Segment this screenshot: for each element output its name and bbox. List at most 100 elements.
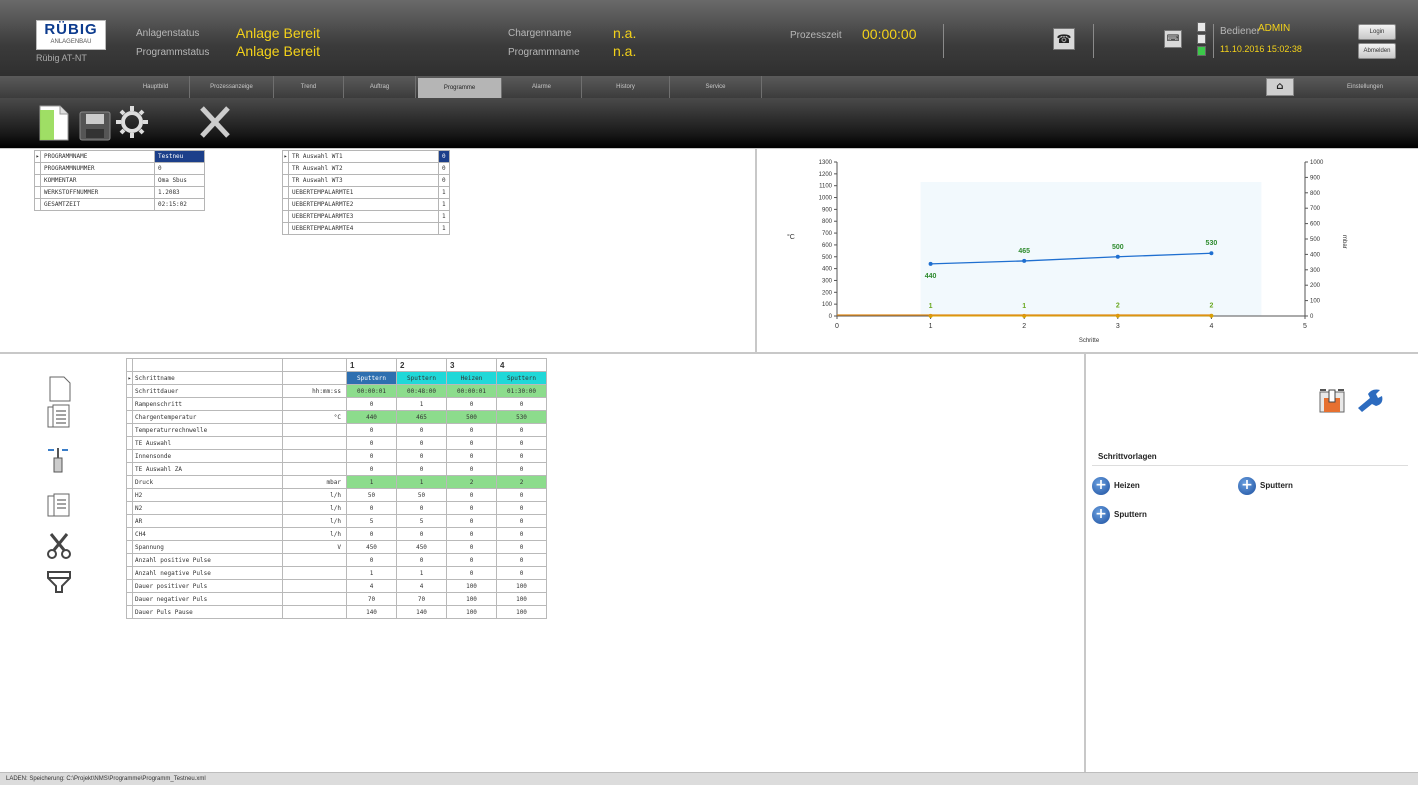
step-value-cell[interactable]: 0 bbox=[446, 527, 497, 541]
step-value-cell[interactable]: 450 bbox=[346, 540, 397, 554]
step-value-cell[interactable]: 0 bbox=[446, 566, 497, 580]
step-value-cell[interactable]: 0 bbox=[446, 514, 497, 528]
step-value-cell[interactable]: 70 bbox=[346, 592, 397, 606]
program-param-value[interactable]: Testneu bbox=[154, 150, 205, 163]
new-step-button[interactable] bbox=[44, 376, 74, 402]
step-value-cell[interactable]: 0 bbox=[446, 540, 497, 554]
step-value-cell[interactable]: 0 bbox=[396, 423, 447, 437]
step-value-cell[interactable]: 0 bbox=[346, 423, 397, 437]
tr-param-row[interactable]: UEBERTEMPALARMTE3 1 bbox=[282, 210, 450, 223]
tr-param-row[interactable]: TR Auswahl WT2 0 bbox=[282, 162, 450, 175]
step-column-header[interactable]: 1 bbox=[346, 358, 397, 372]
step-value-cell[interactable]: 0 bbox=[396, 553, 447, 567]
step-value-cell[interactable]: 0 bbox=[496, 423, 547, 437]
step-value-cell[interactable]: 0 bbox=[496, 449, 547, 463]
charge-load-button[interactable] bbox=[1318, 386, 1348, 414]
step-value-cell[interactable]: 0 bbox=[496, 566, 547, 580]
step-value-cell[interactable]: 70 bbox=[396, 592, 447, 606]
save-button[interactable] bbox=[76, 102, 116, 144]
tr-param-value[interactable]: 0 bbox=[438, 174, 450, 187]
close-button[interactable] bbox=[194, 102, 234, 144]
step-value-cell[interactable]: Sputtern bbox=[396, 371, 447, 385]
delete-step-button[interactable] bbox=[44, 568, 74, 594]
step-value-cell[interactable]: 0 bbox=[346, 553, 397, 567]
tr-param-row[interactable]: UEBERTEMPALARMTE4 1 bbox=[282, 222, 450, 235]
tr-param-value[interactable]: 0 bbox=[438, 150, 450, 163]
step-value-cell[interactable]: 140 bbox=[346, 605, 397, 619]
step-value-cell[interactable]: 0 bbox=[496, 397, 547, 411]
step-value-cell[interactable]: 0 bbox=[496, 436, 547, 450]
step-value-cell[interactable]: 4 bbox=[396, 579, 447, 593]
tr-param-value[interactable]: 1 bbox=[438, 198, 450, 211]
program-param-value[interactable]: 1.2083 bbox=[154, 186, 205, 199]
step-value-cell[interactable]: 0 bbox=[496, 488, 547, 502]
step-value-cell[interactable]: Heizen bbox=[446, 371, 497, 385]
step-value-cell[interactable]: 5 bbox=[346, 514, 397, 528]
tab-hauptbild[interactable]: Hauptbild bbox=[122, 76, 190, 98]
step-value-cell[interactable]: 140 bbox=[396, 605, 447, 619]
tr-param-value[interactable]: 0 bbox=[438, 162, 450, 175]
step-value-cell[interactable]: 100 bbox=[496, 579, 547, 593]
step-value-cell[interactable]: 01:30:00 bbox=[496, 384, 547, 398]
step-column-header[interactable]: 2 bbox=[396, 358, 447, 372]
step-value-cell[interactable]: 100 bbox=[496, 605, 547, 619]
load-step-button[interactable] bbox=[44, 446, 74, 473]
step-value-cell[interactable]: Sputtern bbox=[496, 371, 547, 385]
step-value-cell[interactable]: 1 bbox=[396, 566, 447, 580]
step-value-cell[interactable]: 0 bbox=[396, 462, 447, 476]
login-button[interactable]: Login bbox=[1358, 24, 1396, 40]
template-sputtern-2[interactable]: + Sputtern bbox=[1092, 506, 1147, 524]
program-param-row[interactable]: PROGRAMMNUMMER 0 bbox=[34, 162, 205, 175]
phone-icon[interactable]: ☎ bbox=[1053, 28, 1075, 50]
tab-prozessanzeige[interactable]: Prozessanzeige bbox=[190, 76, 274, 98]
step-value-cell[interactable]: 00:48:00 bbox=[396, 384, 447, 398]
cut-step-button[interactable] bbox=[44, 532, 74, 559]
step-value-cell[interactable]: Sputtern bbox=[346, 371, 397, 385]
tr-param-row[interactable]: UEBERTEMPALARMTE2 1 bbox=[282, 198, 450, 211]
step-value-cell[interactable]: 0 bbox=[396, 436, 447, 450]
step-value-cell[interactable]: 1 bbox=[346, 566, 397, 580]
step-value-cell[interactable]: 0 bbox=[446, 553, 497, 567]
keyboard-icon[interactable]: ⌨ bbox=[1164, 30, 1182, 48]
tab-alarme[interactable]: Alarme bbox=[502, 76, 582, 98]
plant-overview-icon[interactable]: ⌂ bbox=[1266, 78, 1294, 96]
tab-history[interactable]: History bbox=[582, 76, 670, 98]
step-value-cell[interactable]: 0 bbox=[396, 501, 447, 515]
step-value-cell[interactable]: 530 bbox=[496, 410, 547, 424]
step-value-cell[interactable]: 500 bbox=[446, 410, 497, 424]
step-value-cell[interactable]: 0 bbox=[446, 436, 497, 450]
program-param-row[interactable]: WERKSTOFFNUMMER 1.2083 bbox=[34, 186, 205, 199]
tools-button[interactable] bbox=[1354, 386, 1388, 414]
step-column-header[interactable]: 4 bbox=[496, 358, 547, 372]
step-value-cell[interactable]: 0 bbox=[496, 527, 547, 541]
step-value-cell[interactable]: 0 bbox=[346, 449, 397, 463]
step-value-cell[interactable]: 0 bbox=[346, 462, 397, 476]
insert-step-button[interactable] bbox=[44, 404, 74, 430]
tr-param-value[interactable]: 1 bbox=[438, 210, 450, 223]
step-value-cell[interactable]: 2 bbox=[496, 475, 547, 489]
step-value-cell[interactable]: 5 bbox=[396, 514, 447, 528]
step-value-cell[interactable]: 0 bbox=[496, 553, 547, 567]
step-value-cell[interactable]: 100 bbox=[446, 579, 497, 593]
step-value-cell[interactable]: 1 bbox=[396, 397, 447, 411]
step-value-cell[interactable]: 0 bbox=[496, 501, 547, 515]
tab-programme[interactable]: Programme bbox=[418, 78, 502, 98]
program-param-row[interactable]: ▸ PROGRAMMNAME Testneu bbox=[34, 150, 205, 163]
step-value-cell[interactable]: 0 bbox=[346, 527, 397, 541]
settings-button[interactable] bbox=[112, 102, 152, 144]
step-value-cell[interactable]: 2 bbox=[446, 475, 497, 489]
step-value-cell[interactable]: 0 bbox=[446, 423, 497, 437]
step-value-cell[interactable]: 100 bbox=[496, 592, 547, 606]
step-value-cell[interactable]: 1 bbox=[396, 475, 447, 489]
step-column-header[interactable]: 3 bbox=[446, 358, 497, 372]
step-value-cell[interactable]: 0 bbox=[446, 501, 497, 515]
tr-param-row[interactable]: ▸ TR Auswahl WT1 0 bbox=[282, 150, 450, 163]
template-sputtern[interactable]: + Sputtern bbox=[1238, 477, 1293, 495]
step-value-cell[interactable]: 0 bbox=[496, 514, 547, 528]
step-value-cell[interactable]: 1 bbox=[346, 475, 397, 489]
tr-param-value[interactable]: 1 bbox=[438, 186, 450, 199]
step-value-cell[interactable]: 0 bbox=[446, 462, 497, 476]
step-value-cell[interactable]: 450 bbox=[396, 540, 447, 554]
step-value-cell[interactable]: 0 bbox=[496, 462, 547, 476]
step-value-cell[interactable]: 0 bbox=[346, 397, 397, 411]
